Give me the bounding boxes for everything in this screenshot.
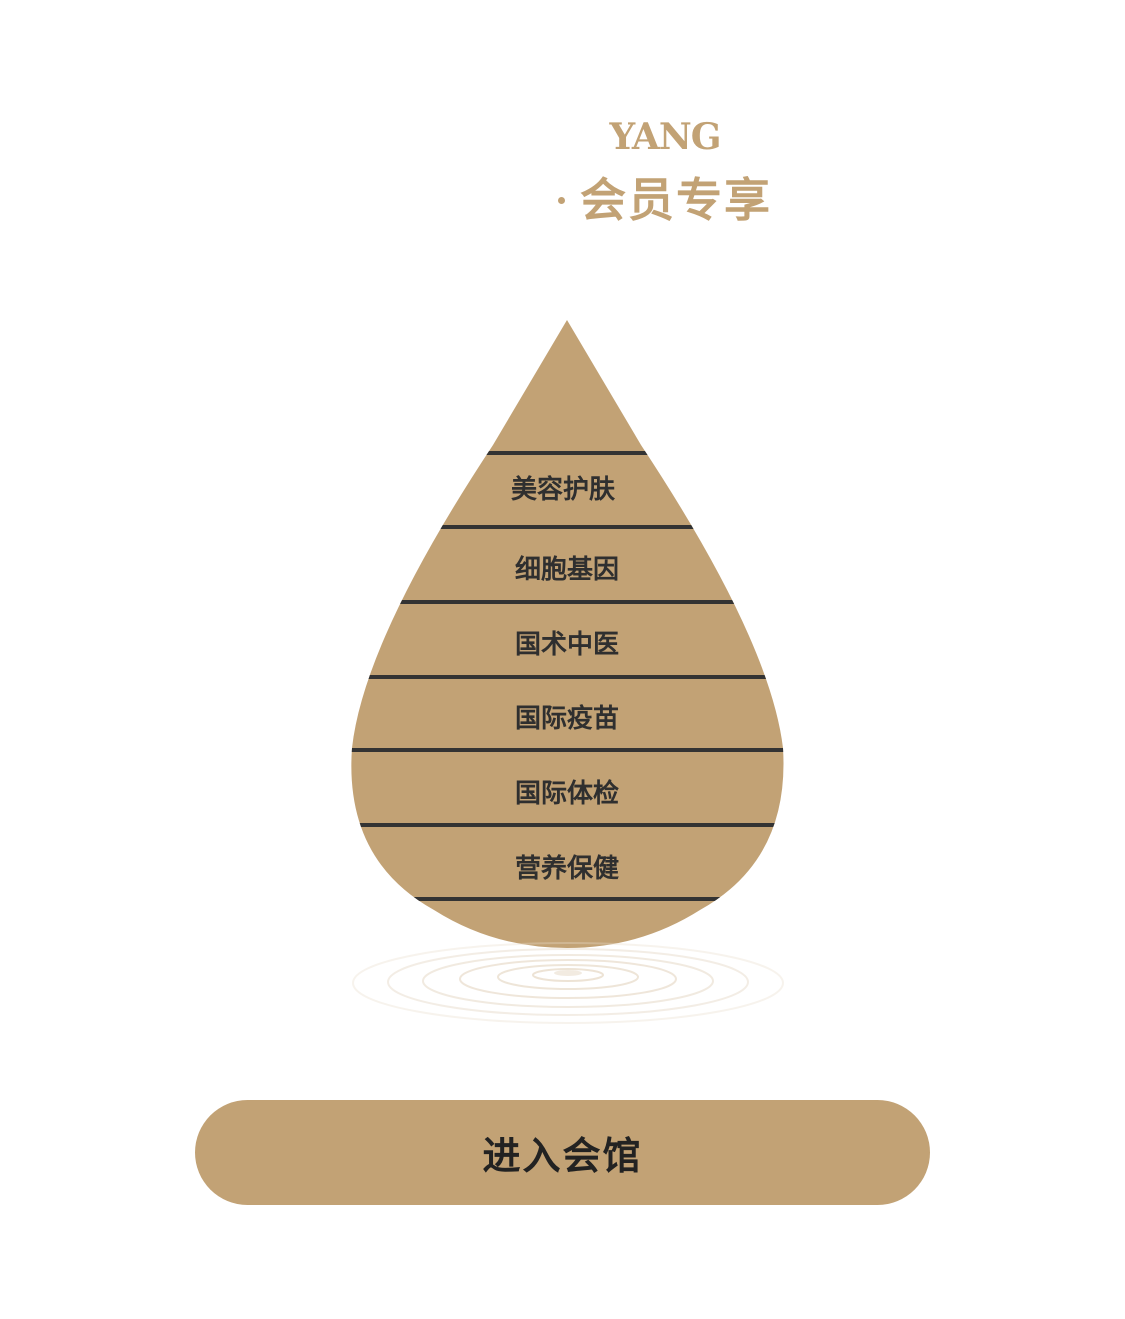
page-subtitle: 会员专享 [552,170,802,234]
category-item-vaccine[interactable]: 国际疫苗 [515,703,619,734]
enter-club-button[interactable]: 进入会馆 [195,1100,930,1205]
category-item-cell-gene[interactable]: 细胞基因 [515,554,619,585]
category-drop: 美容护肤 细胞基因 国术中医 国际疫苗 国际体检 营养保健 [351,320,784,948]
category-item-tcm[interactable]: 国术中医 [515,630,619,660]
category-item-beauty[interactable]: 美容护肤 [511,474,616,505]
bullet-dot-icon [558,197,565,204]
brand-logo-text: YANG [609,116,722,158]
category-item-nutrition[interactable]: 营养保健 [515,853,619,884]
water-ripple-icon [352,942,784,1024]
subtitle-text: 会员专享 [580,173,772,227]
enter-club-label: 进入会馆 [482,1134,643,1178]
brand-header: YANG [0,112,1125,162]
category-item-checkup[interactable]: 国际体检 [515,778,619,809]
